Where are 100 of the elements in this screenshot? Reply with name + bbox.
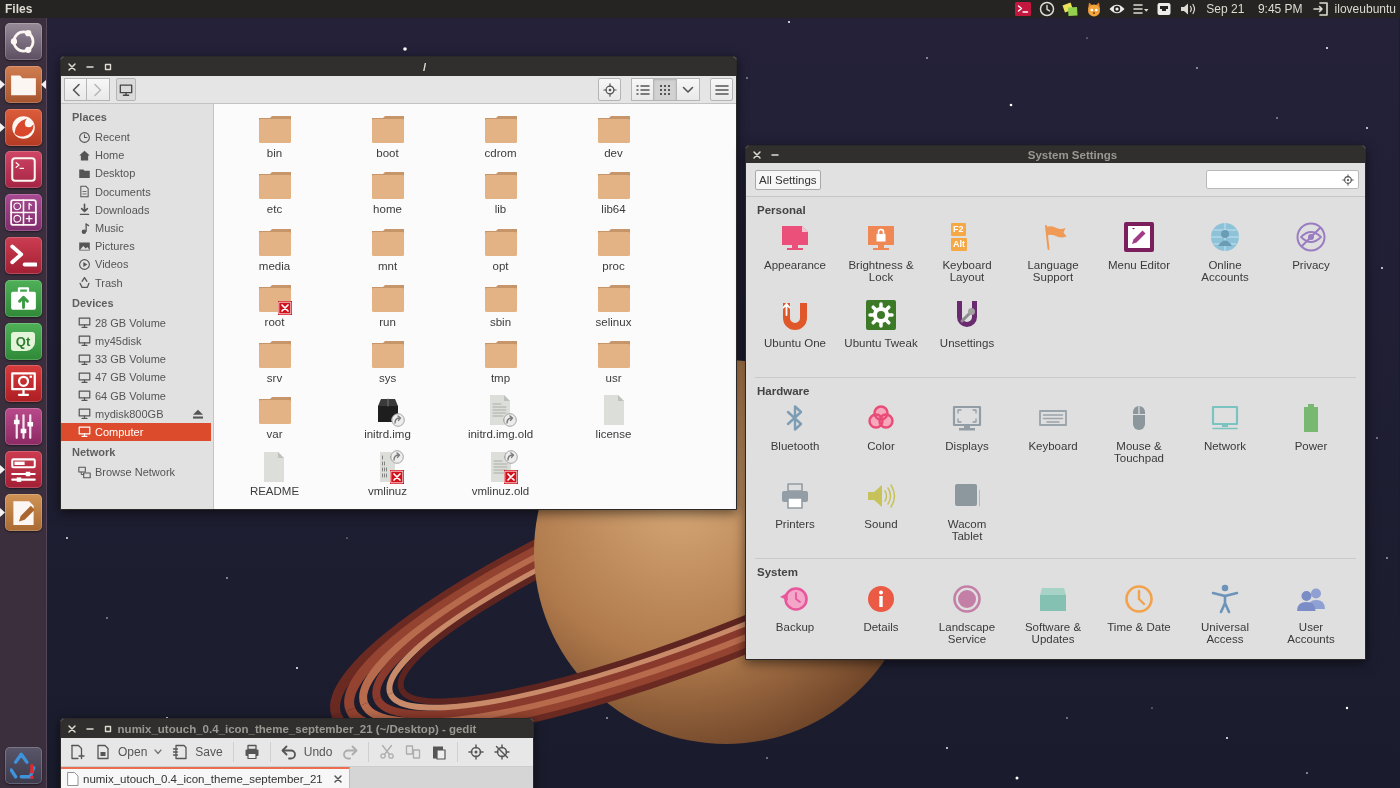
settings-item[interactable]: Color	[865, 402, 897, 452]
file-item[interactable]: initrd.img	[364, 394, 411, 442]
settings-item[interactable]: Language Support	[1027, 221, 1079, 283]
file-item[interactable]: dev	[595, 113, 632, 160]
file-item[interactable]: proc	[595, 225, 632, 273]
file-item[interactable]: mnt	[369, 225, 406, 273]
file-item[interactable]: var	[256, 394, 293, 442]
new-document-icon[interactable]	[69, 744, 85, 760]
list-view-button[interactable]	[631, 78, 654, 101]
settings-item[interactable]: Keyboard	[1028, 402, 1078, 452]
settings-item[interactable]: Displays	[945, 402, 989, 452]
settings-item[interactable]: Time & Date	[1107, 583, 1171, 633]
file-item[interactable]: home	[369, 169, 406, 217]
sidebar-item[interactable]: my45disk	[61, 331, 211, 351]
settings-item[interactable]: Ubuntu One	[764, 299, 826, 349]
launcher-button[interactable]	[4, 151, 42, 189]
file-item[interactable]: selinux	[595, 281, 632, 329]
settings-item[interactable]: Brightness & Lock	[848, 221, 914, 283]
save-button[interactable]: Save	[170, 740, 225, 764]
search-button[interactable]	[598, 78, 621, 101]
file-item[interactable]: lib	[482, 169, 519, 217]
launcher-button[interactable]	[4, 279, 42, 317]
close-icon[interactable]	[67, 723, 77, 734]
sidebar-item[interactable]: 28 GB Volume	[61, 313, 211, 332]
date-label[interactable]: Sep 21	[1203, 2, 1248, 16]
settings-item[interactable]: Sound	[864, 480, 898, 530]
file-item[interactable]: media	[256, 225, 293, 273]
file-item[interactable]: vmlinuz	[368, 450, 407, 498]
network-port-icon[interactable]	[1156, 1, 1173, 17]
exit-arrow-icon[interactable]	[1313, 1, 1330, 17]
crosshair-slash-icon[interactable]	[494, 744, 511, 760]
settings-item[interactable]: Appearance	[764, 221, 826, 271]
sidebar-item[interactable]: Documents	[61, 182, 211, 201]
launcher-button[interactable]	[4, 194, 42, 232]
sidebar-item[interactable]: Downloads	[61, 200, 211, 219]
settings-item[interactable]: Unsettings	[939, 299, 995, 349]
sidebar-item[interactable]: 47 GB Volume	[61, 368, 211, 387]
file-item[interactable]: license	[595, 394, 632, 442]
time-label[interactable]: 9:45 PM	[1254, 2, 1306, 16]
cat-face-icon[interactable]	[1085, 1, 1102, 17]
settings-item[interactable]: Menu Editor	[1108, 221, 1170, 271]
settings-item[interactable]: Landscape Service	[938, 583, 996, 645]
caret-icon[interactable]	[154, 749, 163, 755]
launcher-button[interactable]	[4, 450, 42, 488]
file-item[interactable]: root	[256, 281, 293, 329]
settings-item[interactable]: Mouse & Touchpad	[1114, 402, 1164, 464]
sidebar-item[interactable]: Browse Network	[61, 463, 211, 482]
undo-button[interactable]: Undo	[278, 740, 335, 764]
file-item[interactable]: run	[369, 281, 406, 329]
sidebar-item[interactable]: mydisk800GB	[61, 404, 211, 423]
launcher-button[interactable]: Qt	[4, 322, 42, 360]
launcher-button[interactable]	[4, 493, 42, 531]
file-item[interactable]: cdrom	[482, 113, 519, 160]
sidebar-item[interactable]: Music	[61, 218, 211, 238]
document-tab[interactable]: numix_utouch_0.4_icon_theme_september_21	[61, 767, 350, 788]
file-item[interactable]: tmp	[482, 338, 519, 386]
settings-item[interactable]: Universal Access	[1201, 583, 1249, 645]
close-icon[interactable]	[332, 774, 343, 784]
search-field[interactable]	[1206, 170, 1359, 189]
settings-item[interactable]: User Accounts	[1287, 583, 1335, 645]
file-item[interactable]: sbin	[482, 281, 519, 329]
location-button[interactable]	[116, 78, 136, 101]
file-item[interactable]: opt	[482, 225, 519, 273]
settings-item[interactable]: Printers	[775, 480, 815, 530]
view-menu-button[interactable]	[677, 78, 700, 101]
launcher-button[interactable]	[4, 237, 42, 274]
printer-icon[interactable]	[243, 744, 260, 760]
file-item[interactable]: srv	[256, 338, 293, 386]
sidebar-item[interactable]: Recent	[61, 128, 211, 147]
close-icon[interactable]	[752, 149, 762, 160]
file-item[interactable]: README	[249, 450, 300, 498]
list-menu-icon[interactable]	[1132, 1, 1149, 17]
settings-item[interactable]: Backup	[775, 583, 815, 633]
file-item[interactable]: boot	[369, 113, 406, 160]
trash-button[interactable]	[4, 747, 42, 784]
open-button[interactable]: Open	[93, 740, 165, 764]
file-item[interactable]: bin	[256, 113, 293, 160]
sidebar-item[interactable]: Home	[61, 146, 211, 165]
crosshair-icon[interactable]	[468, 744, 485, 760]
grid-view-button[interactable]	[654, 78, 677, 101]
back-button[interactable]	[64, 78, 87, 101]
speaker-icon[interactable]	[1179, 1, 1196, 17]
settings-item[interactable]: Power	[1294, 402, 1328, 452]
maximize-icon[interactable]	[103, 61, 113, 72]
settings-item[interactable]: Ubuntu Tweak	[844, 299, 918, 349]
user-name[interactable]: iloveubuntu	[1334, 2, 1396, 16]
settings-item[interactable]: Privacy	[1292, 221, 1330, 271]
launcher-button[interactable]	[4, 65, 42, 103]
settings-item[interactable]: Software & Updates	[1024, 583, 1082, 645]
all-settings-button[interactable]: All Settings	[755, 169, 821, 190]
sidebar-item[interactable]: 33 GB Volume	[61, 350, 211, 369]
sticky-notes-icon[interactable]	[1062, 1, 1079, 17]
sidebar-item[interactable]: 64 GB Volume	[61, 386, 211, 405]
settings-item[interactable]: Network	[1203, 402, 1247, 452]
terminal-icon[interactable]	[1015, 1, 1032, 17]
settings-item[interactable]: Online Accounts	[1201, 221, 1249, 283]
launcher-button[interactable]	[4, 408, 42, 446]
file-item[interactable]: usr	[595, 338, 632, 386]
file-item[interactable]: etc	[256, 169, 293, 217]
sidebar-item[interactable]: Videos	[61, 255, 211, 274]
